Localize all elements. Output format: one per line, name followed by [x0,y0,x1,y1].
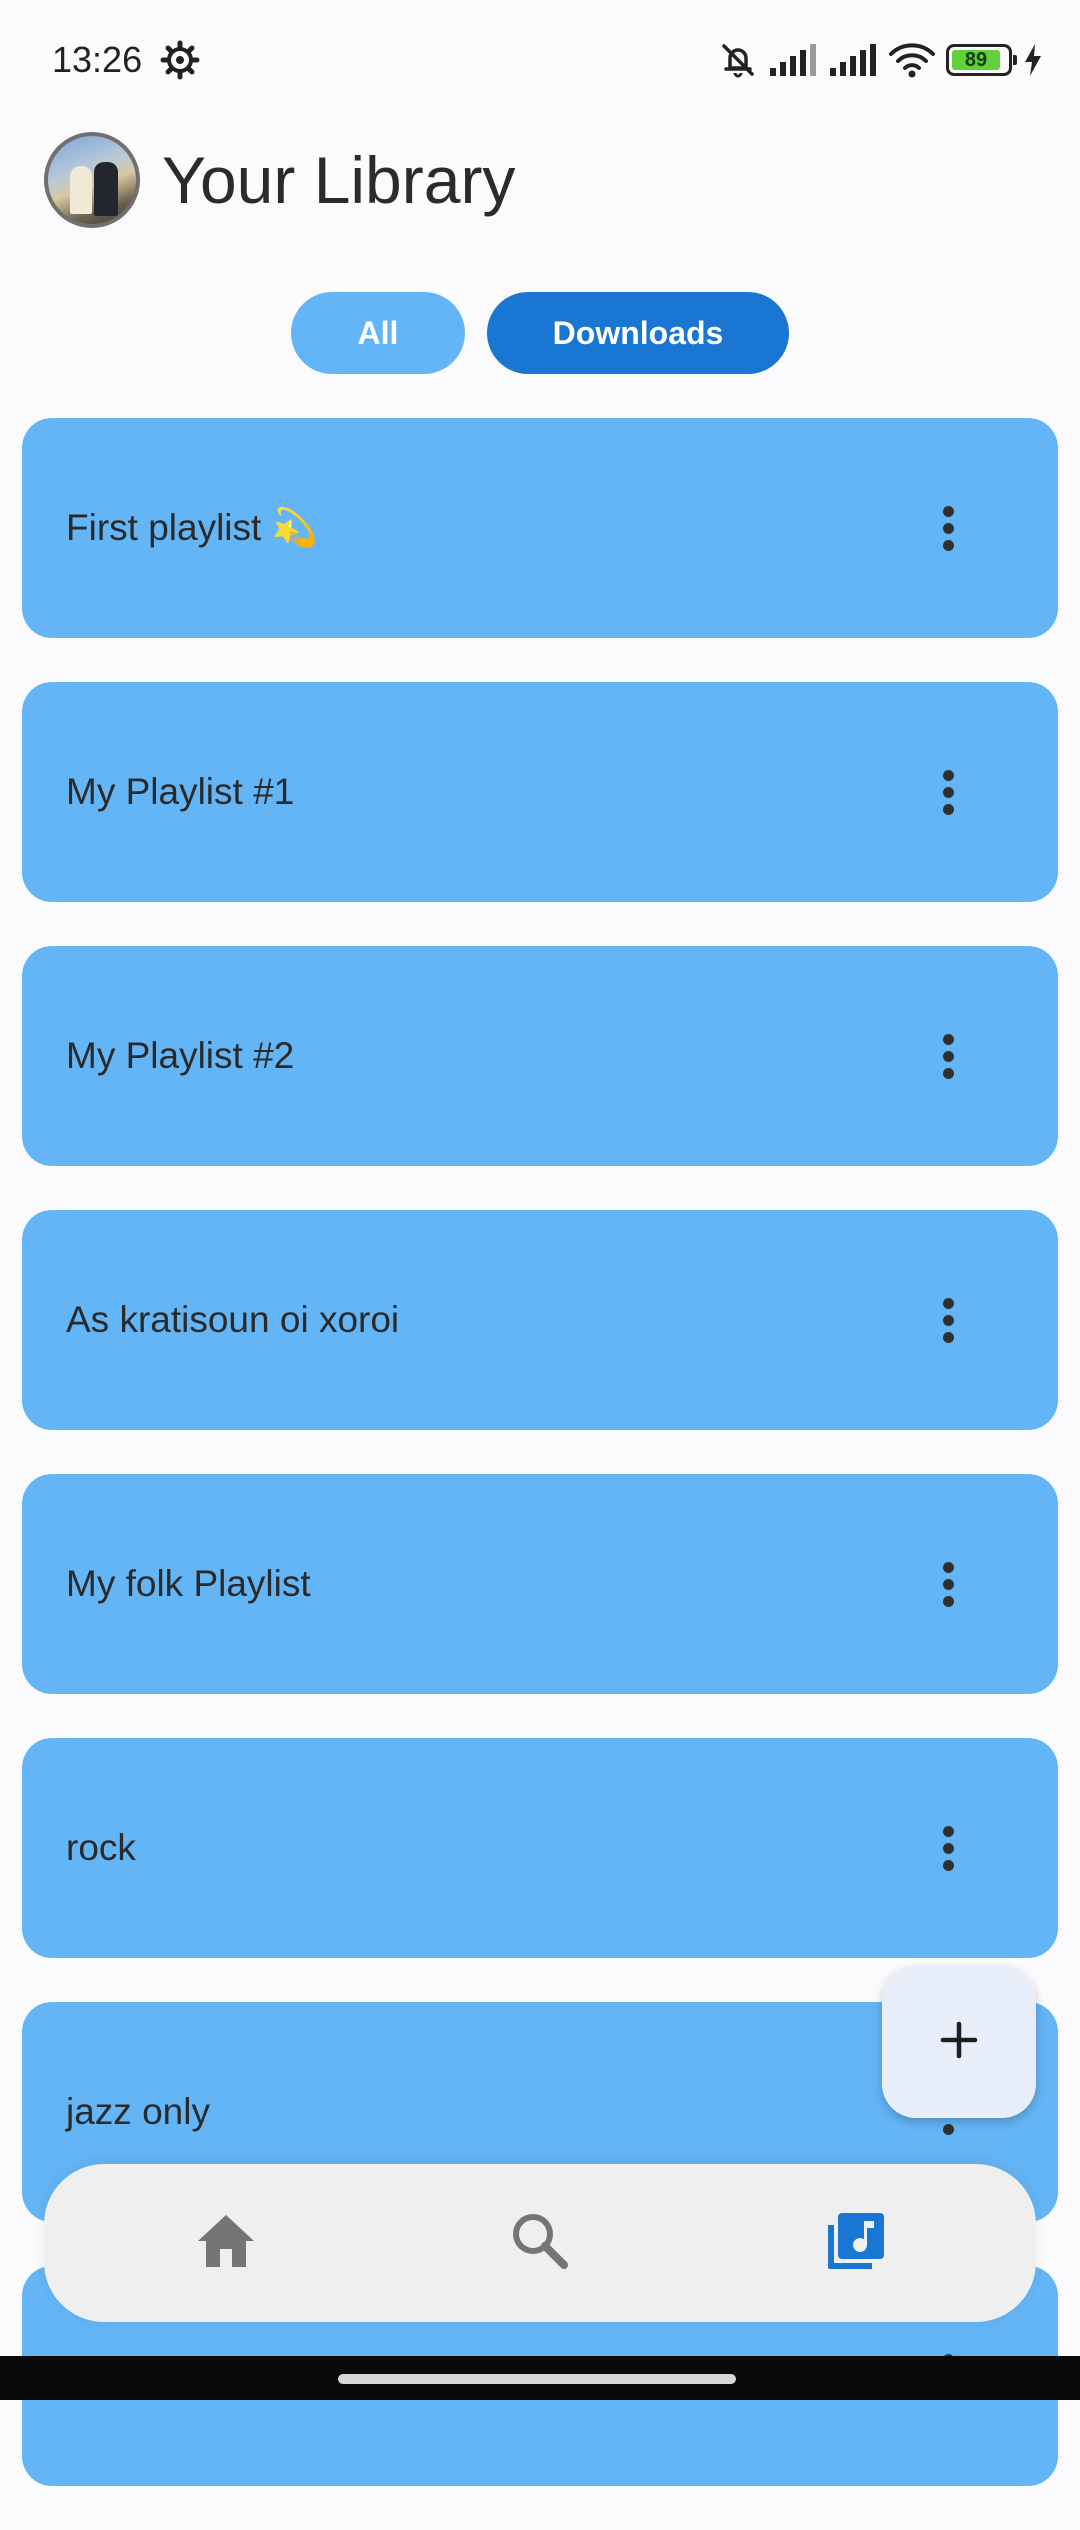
playlist-card[interactable]: rock [22,1738,1058,1958]
page-title: Your Library [162,143,516,217]
more-vert-icon[interactable] [918,1026,978,1086]
status-time: 13:26 [52,39,143,80]
bell-off-icon [718,40,758,80]
playlist-name: As kratisoun oi xoroi [66,1299,400,1340]
more-vert-icon[interactable] [918,1290,978,1350]
signal-icon [828,42,878,78]
gear-icon [160,40,200,80]
battery-icon: 89 [946,44,1017,76]
plus-icon [939,2020,979,2065]
more-vert-icon[interactable] [918,498,978,558]
library-music-icon [824,2209,888,2278]
gesture-handle[interactable] [338,2374,736,2384]
nav-library[interactable] [816,2203,896,2283]
playlist-name: rock [66,1827,136,1868]
filter-chips: All Downloads [0,292,1080,374]
playlist-name: My Playlist #2 [66,1035,295,1076]
system-nav-bar [0,2356,1080,2400]
more-vert-icon[interactable] [918,1818,978,1878]
more-vert-icon[interactable] [918,762,978,822]
playlist-card[interactable]: First playlist 💫 [22,418,1058,638]
playlist-name: My Playlist #1 [66,771,295,812]
search-icon [508,2209,572,2278]
battery-level: 89 [964,49,988,71]
filter-chip-all[interactable]: All [291,292,465,374]
add-playlist-button[interactable] [882,1966,1036,2118]
home-icon [194,2209,258,2278]
playlist-card[interactable]: My Playlist #1 [22,682,1058,902]
playlist-name: First playlist 💫 [66,507,318,548]
library-header: Your Library [44,130,515,230]
more-vert-icon[interactable] [918,1554,978,1614]
playlist-card[interactable]: As kratisoun oi xoroi [22,1210,1058,1430]
playlist-card[interactable]: My folk Playlist [22,1474,1058,1694]
nav-search[interactable] [500,2203,580,2283]
nav-home[interactable] [186,2203,266,2283]
bottom-nav [44,2164,1036,2322]
signal-icon [768,42,818,78]
status-bar: 13:26 89 [0,0,1080,120]
charging-icon [1022,42,1044,78]
avatar[interactable] [44,132,140,228]
playlist-card[interactable]: My Playlist #2 [22,946,1058,1166]
filter-chip-downloads[interactable]: Downloads [487,292,789,374]
status-icons: 89 [718,36,1044,84]
wifi-icon [888,41,936,79]
playlist-name: My folk Playlist [66,1563,311,1604]
